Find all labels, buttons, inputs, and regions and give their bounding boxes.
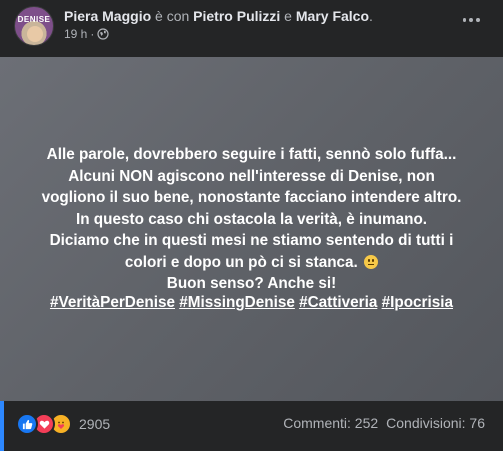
post-line: Buon senso? Anche si! (166, 275, 337, 292)
more-options-button[interactable] (461, 10, 481, 30)
tagged-person-1[interactable]: Pietro Pulizzi (193, 8, 280, 24)
focus-accent-bar (0, 401, 4, 451)
tagged-person-2[interactable]: Mary Falco (296, 8, 369, 24)
shares-count[interactable]: Condivisioni: 76 (386, 415, 485, 431)
post-meta: 19 h · (64, 27, 109, 41)
more-options-dot (475, 18, 480, 22)
post-header: DENISE Piera Maggio è con Pietro Pulizzi… (0, 0, 503, 56)
hashtag-missingdenise[interactable]: #MissingDenise (179, 294, 295, 311)
hashtags: #VeritàPerDenise #MissingDenise #Cattive… (22, 294, 481, 312)
post-time[interactable]: 19 h (64, 27, 87, 41)
meta-separator: · (90, 27, 95, 41)
post-line: Diciamo che in questi mesi ne stiamo sen… (49, 232, 454, 249)
post-stats: Commenti: 252 Condivisioni: 76 (283, 415, 485, 431)
hashtag-cattiveria[interactable]: #Cattiveria (299, 294, 377, 311)
hashtag-veritaperdenise[interactable]: #VeritàPerDenise (50, 294, 175, 311)
facebook-post: DENISE Piera Maggio è con Pietro Pulizzi… (0, 0, 503, 451)
post-line-with-emoji: colori e dopo un pò ci si stanca. (22, 252, 481, 274)
and-text: e (280, 8, 296, 24)
post-line: vogliono il suo bene, nonostante faccian… (41, 189, 462, 206)
with-text: è con (151, 8, 194, 24)
comments-count[interactable]: Commenti: 252 (283, 415, 378, 431)
author-line: Piera Maggio è con Pietro Pulizzi e Mary… (64, 8, 373, 24)
reactions-summary[interactable]: 2905 (16, 413, 110, 435)
post-text-card: Alle parole, dovrebbero seguire i fatti,… (0, 57, 503, 401)
reaction-count[interactable]: 2905 (79, 416, 110, 432)
post-line: Alle parole, dovrebbero seguire i fatti,… (46, 146, 457, 163)
avatar-face (27, 26, 43, 42)
more-options-icon (462, 18, 467, 22)
globe-icon (97, 28, 109, 40)
like-reaction-icon (16, 413, 38, 435)
more-options-dot (469, 18, 473, 22)
post-text: Alle parole, dovrebbero seguire i fatti,… (22, 144, 481, 295)
avatar-label: DENISE (17, 15, 51, 24)
post-line: colori e dopo un pò ci si stanca. (124, 253, 358, 271)
end-punct: . (369, 8, 373, 24)
post-footer: 2905 Commenti: 252 Condivisioni: 76 (0, 401, 503, 451)
post-line: Alcuni NON agiscono nell'interesse di De… (68, 167, 435, 185)
hashtag-ipocrisia[interactable]: #Ipocrisia (382, 294, 453, 311)
grimacing-emoji-icon (364, 254, 379, 269)
avatar[interactable]: DENISE (14, 6, 54, 46)
post-line: In questo caso chi ostacola la verità, è… (75, 210, 428, 228)
author-name[interactable]: Piera Maggio (64, 8, 151, 24)
